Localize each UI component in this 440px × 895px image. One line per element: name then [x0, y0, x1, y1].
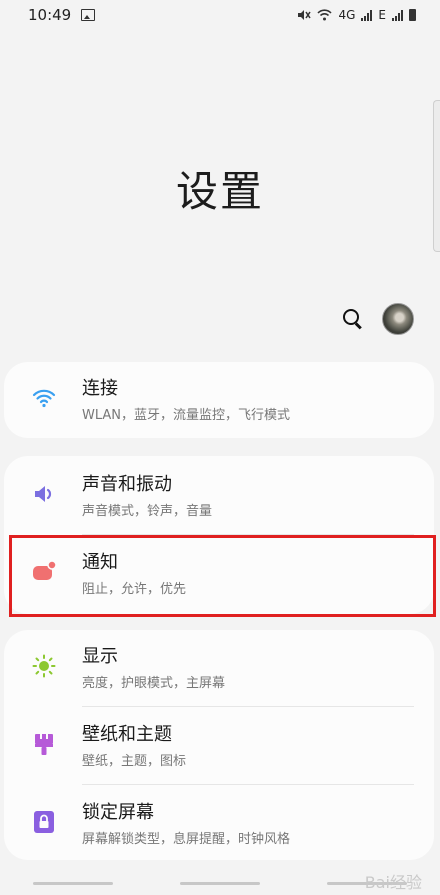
network-type: 4G: [338, 8, 356, 22]
settings-group-display: 显示 亮度，护眼模式，主屏幕 壁纸和主题 壁纸，主题，图标 锁定屏幕 屏幕解锁类…: [4, 630, 434, 860]
nav-handle-center[interactable]: [179, 882, 260, 885]
settings-item-lock-screen[interactable]: 锁定屏幕 屏幕解锁类型，息屏提醒，时钟风格: [4, 786, 434, 860]
settings-item-title: 壁纸和主题: [82, 724, 172, 745]
brush-icon: [35, 734, 53, 755]
highlight-box: [9, 535, 436, 617]
settings-item-title: 声音和振动: [82, 474, 172, 495]
settings-item-subtitle: 声音模式，铃声，音量: [82, 504, 213, 519]
gallery-icon: [81, 9, 96, 21]
settings-item-display[interactable]: 显示 亮度，护眼模式，主屏幕: [4, 630, 434, 704]
wifi-icon: [32, 389, 56, 408]
watermark: Bai经验: [364, 873, 422, 892]
mute-icon: [298, 10, 312, 20]
settings-item-title: 锁定屏幕: [82, 802, 154, 823]
settings-item-subtitle: WLAN，蓝牙，流量监控，飞行模式: [82, 408, 291, 423]
network-type-2: E: [378, 8, 386, 22]
settings-item-wallpaper[interactable]: 壁纸和主题 壁纸，主题，图标: [4, 708, 434, 782]
settings-item-sound[interactable]: 声音和振动 声音模式，铃声，音量: [4, 458, 434, 532]
page-title: 设置: [175, 167, 264, 216]
wifi-status-icon: [317, 9, 333, 21]
status-icons: 4G E: [297, 8, 416, 22]
settings-item-connections[interactable]: 连接 WLAN，蓝牙，流量监控，飞行模式: [4, 362, 434, 436]
settings-item-title: 连接: [82, 378, 118, 399]
divider: [82, 706, 414, 707]
speaker-icon: [35, 486, 52, 502]
settings-item-subtitle: 壁纸，主题，图标: [82, 754, 187, 769]
nav-handle-left[interactable]: [33, 882, 114, 885]
divider: [82, 784, 414, 785]
settings-group-connections: 连接 WLAN，蓝牙，流量监控，飞行模式: [4, 362, 434, 438]
signal-icon: [361, 9, 373, 21]
settings-item-subtitle: 屏幕解锁类型，息屏提醒，时钟风格: [82, 832, 291, 847]
status-bar: 10:49 4G E: [0, 0, 440, 30]
signal-icon-2: [392, 9, 403, 21]
search-icon[interactable]: [342, 308, 364, 330]
battery-icon: [409, 9, 416, 21]
lock-icon: [34, 811, 54, 833]
sun-icon: [32, 654, 56, 678]
toolbar: [342, 303, 414, 335]
status-time: 10:49: [28, 6, 72, 24]
avatar[interactable]: [382, 303, 414, 335]
settings-item-subtitle: 亮度，护眼模式，主屏幕: [82, 676, 226, 691]
settings-item-title: 显示: [82, 646, 118, 667]
